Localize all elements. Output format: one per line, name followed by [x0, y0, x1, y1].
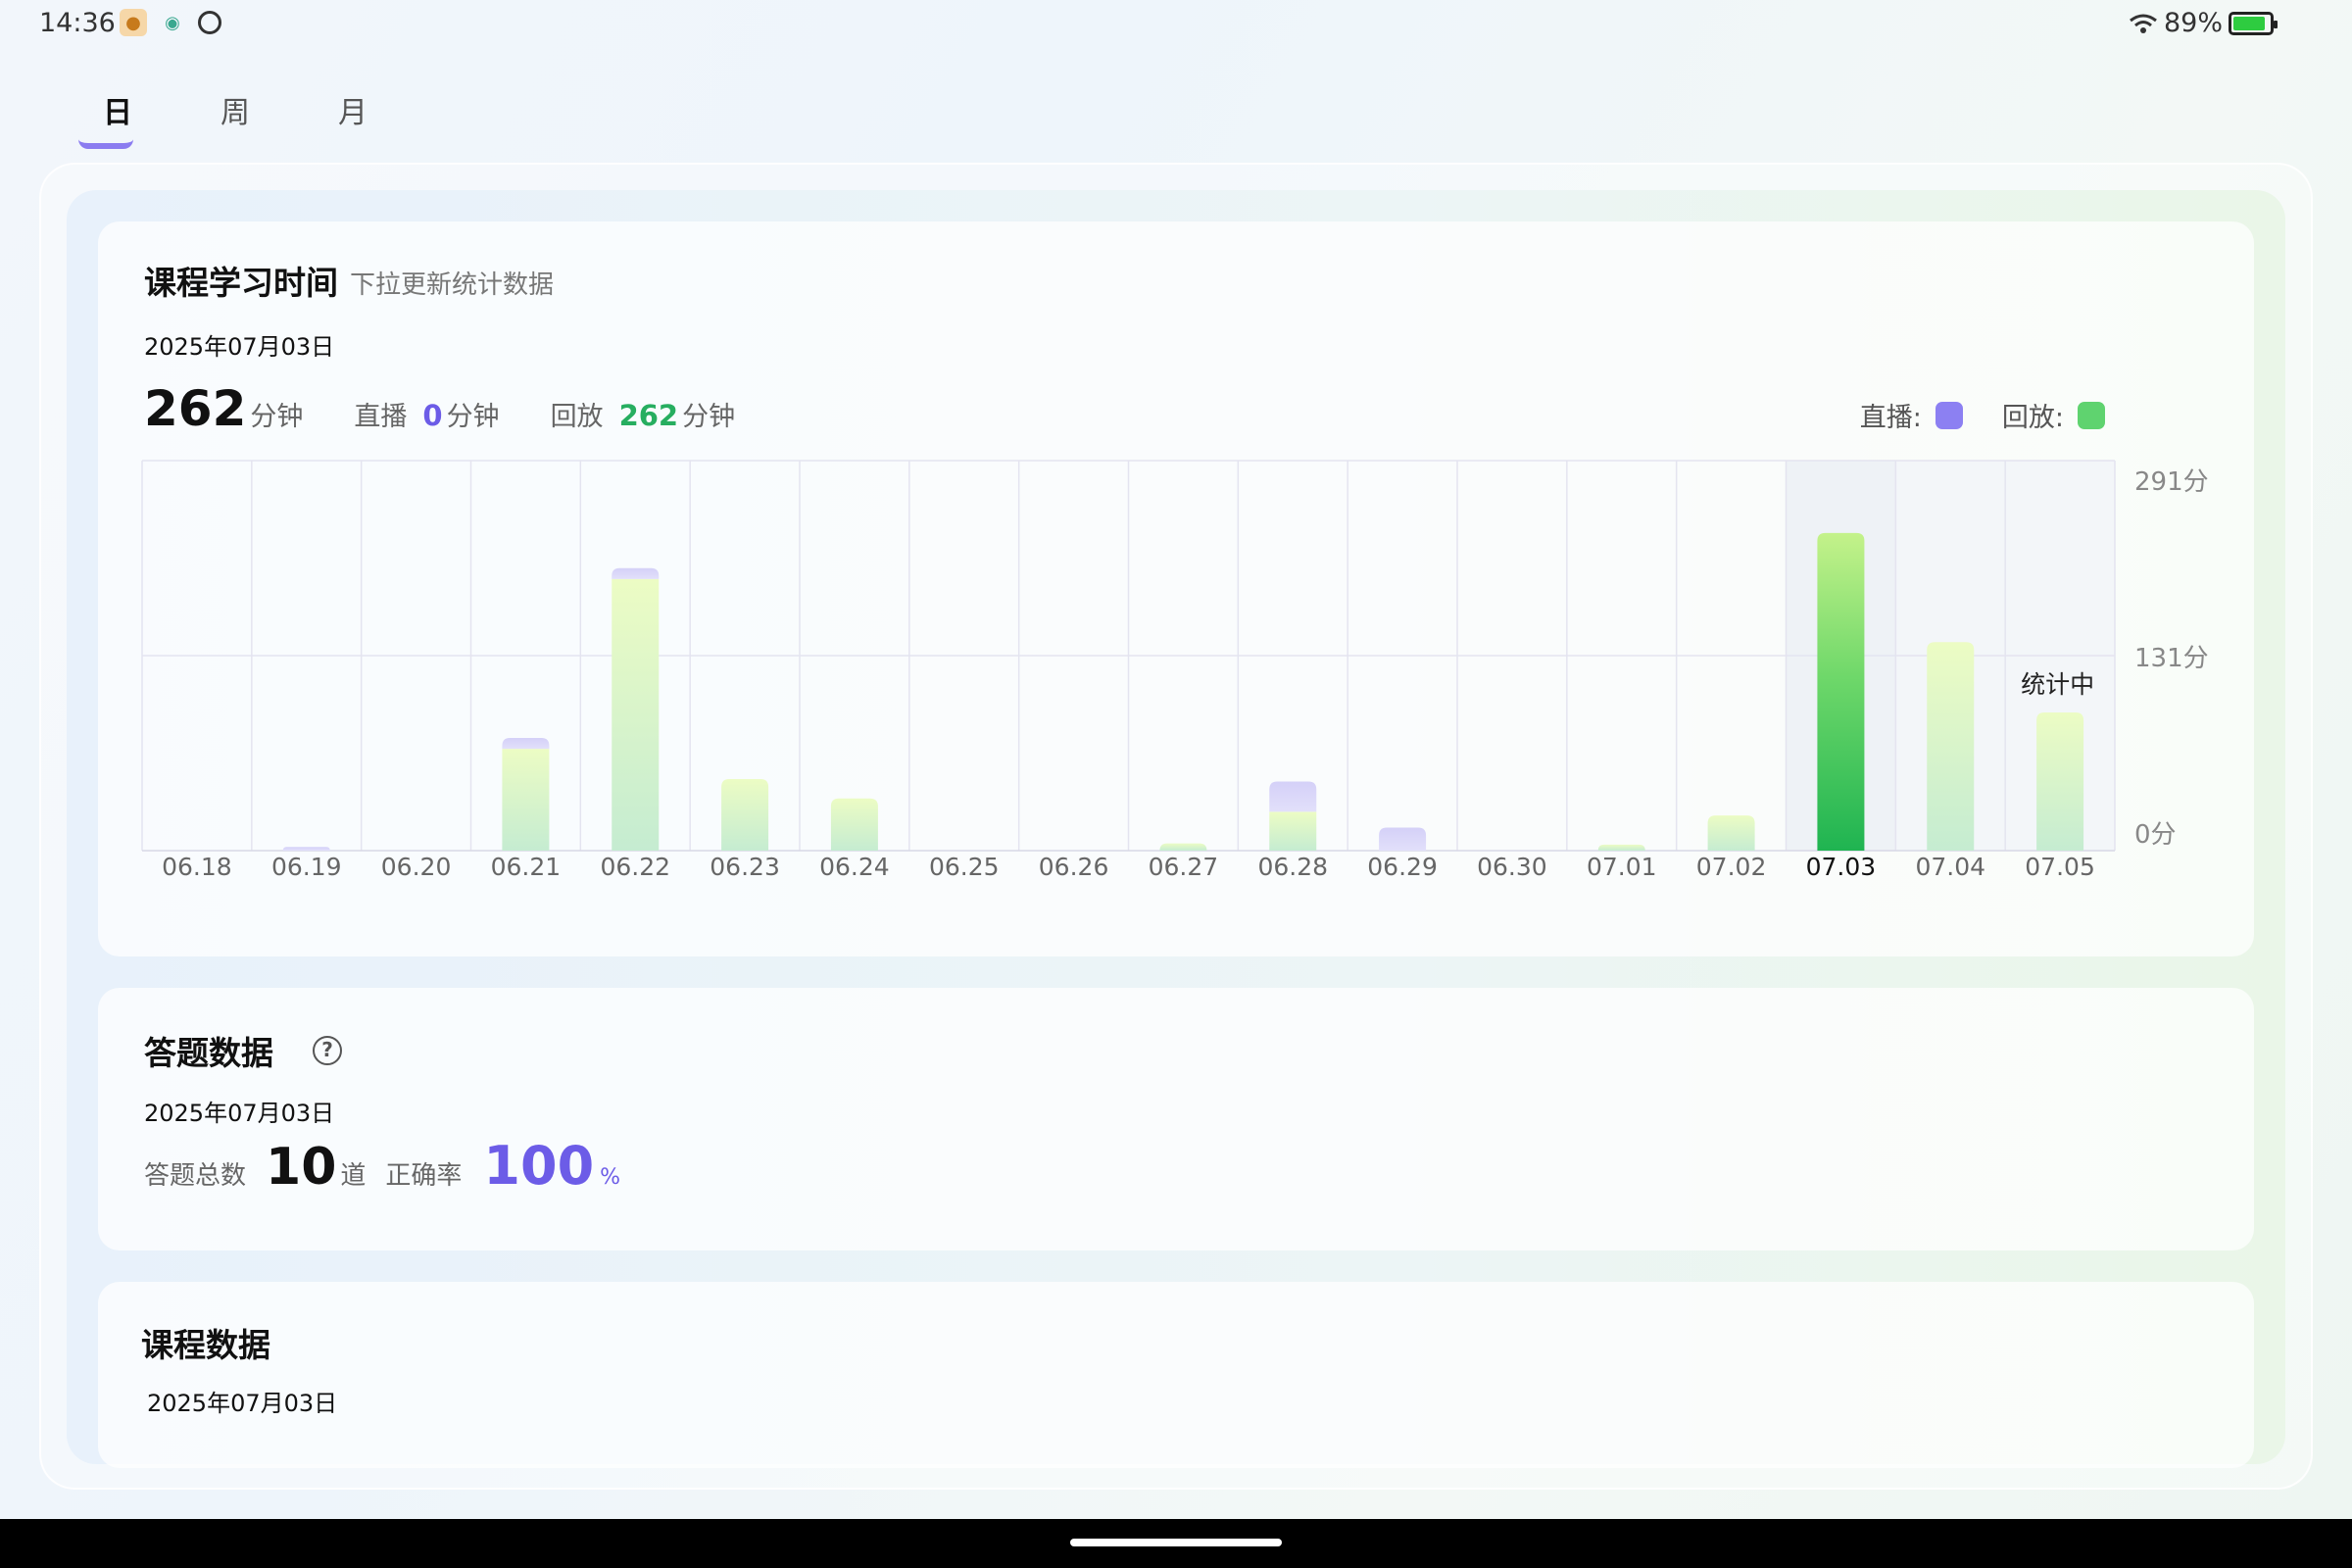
bar-live[interactable]	[612, 567, 660, 579]
course-card	[98, 1282, 2254, 1468]
bar-live[interactable]	[1379, 827, 1427, 851]
x-tick-label: 06.29	[1367, 853, 1438, 881]
bar-live[interactable]	[282, 847, 330, 851]
bar-replay[interactable]	[1597, 844, 1645, 851]
x-tick-label: 07.04	[1915, 853, 1985, 881]
bar-replay[interactable]	[1817, 532, 1865, 851]
help-icon[interactable]: ?	[313, 1036, 342, 1065]
y-tick-label: 131分	[2134, 644, 2209, 673]
bar-replay[interactable]	[721, 779, 769, 851]
bar-replay[interactable]	[612, 578, 660, 851]
x-tick-label: 06.20	[381, 853, 452, 881]
x-tick-label: 06.24	[819, 853, 890, 881]
course-title: 课程数据	[141, 1326, 270, 1364]
quiz-total-unit: 道	[340, 1161, 367, 1191]
x-tick-label: 06.21	[491, 853, 562, 881]
x-tick-label: 07.03	[1806, 853, 1877, 881]
x-tick-label: 06.30	[1477, 853, 1547, 881]
x-tick-label: 06.28	[1257, 853, 1328, 881]
course-date: 2025年07月03日	[147, 1390, 338, 1417]
quiz-accuracy: 100	[483, 1135, 595, 1197]
bar-replay[interactable]	[1707, 815, 1755, 851]
quiz-accuracy-label: 正确率	[385, 1161, 463, 1191]
bar-replay[interactable]	[830, 798, 878, 851]
bar-replay[interactable]	[1159, 843, 1207, 851]
quiz-total-label: 答题总数	[144, 1161, 247, 1191]
quiz-card	[98, 988, 2254, 1250]
study-time-bar-chart[interactable]: 0分 131分 291分 06.18 06.19 06.20 06.21 06.22 06.23…	[0, 0, 2352, 980]
bar-live[interactable]	[1269, 781, 1317, 812]
x-tick-label: 06.23	[710, 853, 780, 881]
quiz-total: 10	[266, 1138, 337, 1197]
y-tick-label: 291分	[2134, 467, 2209, 497]
x-tick-label: 07.01	[1587, 853, 1657, 881]
x-tick-label: 06.25	[929, 853, 1000, 881]
quiz-accuracy-unit: %	[600, 1165, 621, 1190]
quiz-date: 2025年07月03日	[144, 1100, 335, 1127]
x-tick-label: 06.27	[1149, 853, 1219, 881]
y-tick-label: 0分	[2134, 820, 2177, 850]
x-tick-label: 06.22	[600, 853, 670, 881]
x-tick-label: 07.02	[1696, 853, 1767, 881]
bar-replay[interactable]	[2036, 711, 2084, 851]
x-tick-label: 06.18	[162, 853, 232, 881]
quiz-summary: 答题总数 10 道 正确率 100 %	[144, 1135, 620, 1197]
bar-replay[interactable]	[1927, 642, 1975, 851]
counting-in-progress-label: 统计中	[2021, 669, 2095, 699]
quiz-title: 答题数据	[144, 1034, 273, 1072]
system-navigation-bar	[0, 1519, 2352, 1568]
bar-replay[interactable]	[502, 749, 550, 851]
x-tick-label: 06.19	[271, 853, 342, 881]
x-tick-label: 06.26	[1039, 853, 1109, 881]
home-gesture-bar[interactable]	[1070, 1539, 1282, 1546]
bar-replay[interactable]	[1269, 811, 1317, 851]
x-tick-label: 07.05	[2025, 853, 2095, 881]
bar-live[interactable]	[502, 737, 550, 750]
